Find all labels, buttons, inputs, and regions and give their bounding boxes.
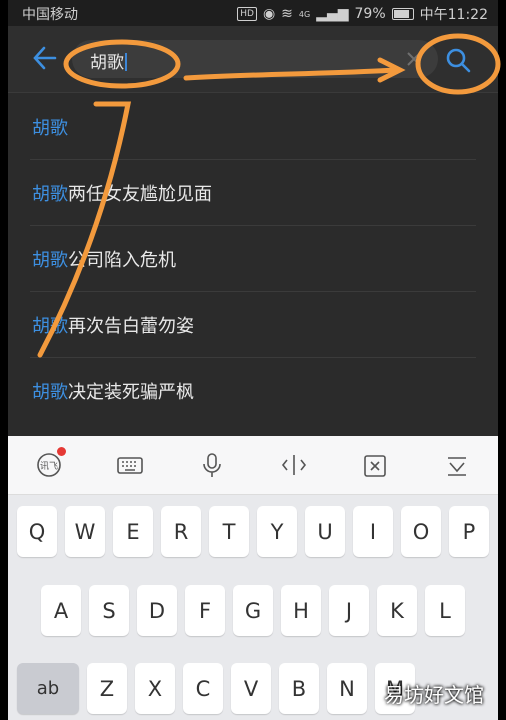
suggestion-item[interactable]: 胡歌 公司陷入危机 <box>30 226 476 292</box>
suggestion-item[interactable]: 胡歌 再次告白蕾勿姿 <box>30 292 476 358</box>
keyboard-icon[interactable] <box>115 450 145 480</box>
key-i[interactable]: I <box>353 506 393 557</box>
clear-icon[interactable] <box>404 49 424 69</box>
status-right: HD ◉ ≋ 4G ▂▄▆ 79% 中午11:22 <box>237 4 488 24</box>
keyboard: 讯飞 Q W E R T Y U I O P A S D F G H J K L… <box>8 436 498 720</box>
clock: 中午11:22 <box>419 7 488 23</box>
key-row-3: ab Z X C V B N M <box>17 663 423 714</box>
key-k[interactable]: K <box>377 585 417 636</box>
key-ab-shift[interactable]: ab <box>17 663 79 714</box>
signal-icon: ▂▄▆ <box>316 6 349 22</box>
key-d[interactable]: D <box>137 585 177 636</box>
key-q[interactable]: Q <box>17 506 57 557</box>
status-bar: 中国移动 HD ◉ ≋ 4G ▂▄▆ 79% 中午11:22 <box>8 0 498 26</box>
network-label: 4G <box>298 9 311 19</box>
key-v[interactable]: V <box>231 663 271 714</box>
collapse-keyboard-icon[interactable] <box>442 450 472 480</box>
key-r[interactable]: R <box>161 506 201 557</box>
key-p[interactable]: P <box>449 506 489 557</box>
search-bar: 胡歌 <box>8 26 498 93</box>
cursor-move-icon[interactable] <box>279 450 309 480</box>
battery-percent: 79% <box>354 6 386 22</box>
svg-text:讯飞: 讯飞 <box>40 461 58 472</box>
key-row-1: Q W E R T Y U I O P <box>17 506 497 557</box>
microphone-icon[interactable] <box>197 450 227 480</box>
key-t[interactable]: T <box>209 506 249 557</box>
key-j[interactable]: J <box>329 585 369 636</box>
suggestion-item[interactable]: 胡歌 <box>30 94 476 160</box>
key-z[interactable]: Z <box>87 663 127 714</box>
key-f[interactable]: F <box>185 585 225 636</box>
key-e[interactable]: E <box>113 506 153 557</box>
key-o[interactable]: O <box>401 506 441 557</box>
key-h[interactable]: H <box>281 585 321 636</box>
keyboard-toolbar: 讯飞 <box>8 436 498 495</box>
clipboard-icon[interactable] <box>360 450 390 480</box>
ime-logo-icon[interactable]: 讯飞 <box>34 447 66 480</box>
suggestion-item[interactable]: 胡歌 决定装死骗严枫 <box>30 358 476 423</box>
text-caret <box>125 53 127 71</box>
back-arrow-icon[interactable] <box>30 44 58 72</box>
eye-icon: ◉ <box>262 6 276 22</box>
search-icon[interactable] <box>444 46 472 74</box>
key-l[interactable]: L <box>425 585 465 636</box>
key-w[interactable]: W <box>65 506 105 557</box>
hd-badge: HD <box>237 7 257 21</box>
notification-dot <box>56 447 66 456</box>
suggestion-item[interactable]: 胡歌 两任女友尴尬见面 <box>30 160 476 226</box>
carrier-label: 中国移动 <box>22 7 78 23</box>
key-a[interactable]: A <box>41 585 81 636</box>
key-y[interactable]: Y <box>257 506 297 557</box>
search-query-text[interactable]: 胡歌 <box>90 48 127 73</box>
key-s[interactable]: S <box>89 585 129 636</box>
wifi-icon: ≋ <box>281 6 293 22</box>
key-x[interactable]: X <box>135 663 175 714</box>
phone-screen: 中国移动 HD ◉ ≋ 4G ▂▄▆ 79% 中午11:22 胡歌 胡歌 胡歌 <box>8 0 498 720</box>
key-u[interactable]: U <box>305 506 345 557</box>
search-input[interactable]: 胡歌 <box>72 40 438 78</box>
suggestion-list: 胡歌 胡歌 两任女友尴尬见面 胡歌 公司陷入危机 胡歌 再次告白蕾勿姿 胡歌 决定装死骗… <box>8 94 498 423</box>
key-row-2: A S D F G H J K L <box>41 585 473 636</box>
watermark: 易坊好文馆 <box>384 683 484 707</box>
battery-icon <box>391 8 414 20</box>
key-b[interactable]: B <box>279 663 319 714</box>
key-g[interactable]: G <box>233 585 273 636</box>
key-c[interactable]: C <box>183 663 223 714</box>
key-n[interactable]: N <box>327 663 367 714</box>
